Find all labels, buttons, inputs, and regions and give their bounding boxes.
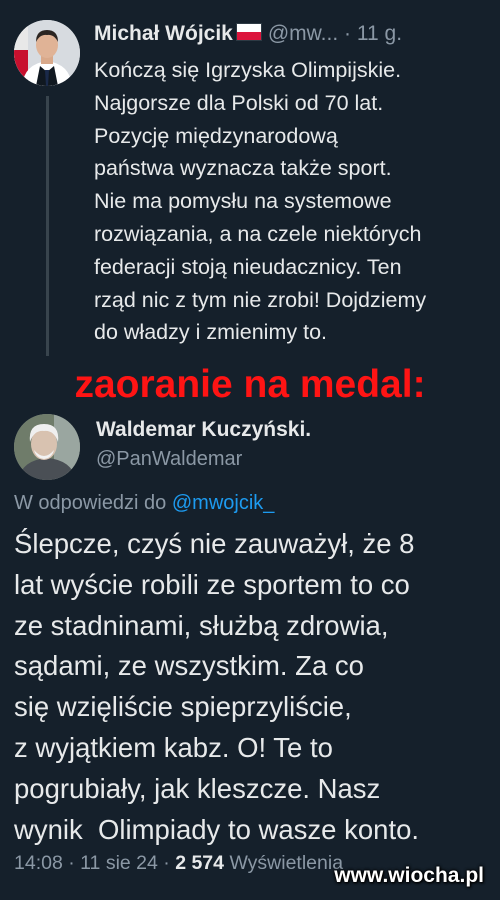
poland-flag-icon <box>235 23 262 41</box>
avatar-image <box>14 414 80 480</box>
tweet-original[interactable]: Michał Wójcik @mw... · 11 g. Kończą się I… <box>0 0 500 360</box>
author-name[interactable]: Waldemar Kuczyński. <box>96 418 311 442</box>
replying-mention-link[interactable]: @mwojcik_ <box>172 492 275 514</box>
tweet-header: Michał Wójcik @mw... · 11 g. <box>94 22 494 46</box>
tweet-text-line: Najgorsze dla Polski od 70 lat. <box>94 90 384 115</box>
tweet-text-line: wynik Olimpiady to wasze konto. <box>14 813 420 845</box>
tweet-text-line: do władzy i zmienimy to. <box>94 320 327 345</box>
views-label[interactable]: Wyświetlenia <box>229 852 343 874</box>
views-count: 2 574 <box>175 852 225 874</box>
separator-dot: · <box>68 852 75 874</box>
avatar[interactable] <box>14 414 80 480</box>
tweet-text-line: pogrubiały, jak kleszcze. Nasz <box>14 772 381 804</box>
caption-banner: zaoranie na medal: <box>74 363 426 406</box>
tweet-date[interactable]: 11 sie 24 <box>80 852 158 874</box>
tweet-text-line: federacji stoją nieudacznicy. Ten <box>94 254 402 279</box>
author-name[interactable]: Michał Wójcik <box>94 22 233 45</box>
tweet-text-line: lat wyście robili ze sportem to co <box>14 568 410 600</box>
tweet-text-line: rozwiązania, a na czele niektórych <box>94 221 422 246</box>
tweet-text-line: się wzięliście spieprzyliście, <box>14 691 352 723</box>
tweet-text-line: sądami, ze wszystkim. Za co <box>14 650 364 682</box>
separator-dot: · <box>163 852 170 874</box>
tweet-text: Ślepcze, czyś nie zauważył, że 8 lat wyś… <box>14 524 494 850</box>
tweet-text-line: Nie ma pomysłu na systemowe <box>94 189 392 214</box>
tweet-time[interactable]: 11 g. <box>357 22 402 45</box>
author-handle[interactable]: @mw... <box>268 22 338 45</box>
tweet-text-line: z wyjątkiem kabz. O! Te to <box>14 731 333 763</box>
tweet-text-line: państwa wyznacza także sport. <box>94 156 392 181</box>
separator-dot: · <box>344 22 352 45</box>
tweet-time[interactable]: 14:08 <box>14 852 63 874</box>
tweet-footer: 14:08 · 11 sie 24 · 2 574 Wyświetlenia <box>14 852 343 875</box>
tweet-text: Kończą się Igrzyska Olimpijskie. Najgors… <box>94 54 494 349</box>
tweet-text-line: Pozycję międzynarodową <box>94 123 338 148</box>
replying-prefix: W odpowiedzi do <box>14 492 167 514</box>
site-watermark: www.wiocha.pl <box>334 864 484 887</box>
tweet-text-line: rząd nic z tym nie zrobi! Dojdziemy <box>94 287 427 312</box>
author-handle[interactable]: @PanWaldemar <box>96 448 242 471</box>
tweet-text-line: ze stadninami, służbą zdrowia, <box>14 609 389 641</box>
avatar[interactable] <box>14 20 80 86</box>
replying-to: W odpowiedzi do @mwojcik_ <box>14 492 274 515</box>
avatar-image <box>14 20 80 86</box>
thread-connector-line <box>46 96 49 356</box>
tweet-text-line: Ślepcze, czyś nie zauważył, że 8 <box>14 528 415 559</box>
tweet-text-line: Kończą się Igrzyska Olimpijskie. <box>94 58 402 82</box>
